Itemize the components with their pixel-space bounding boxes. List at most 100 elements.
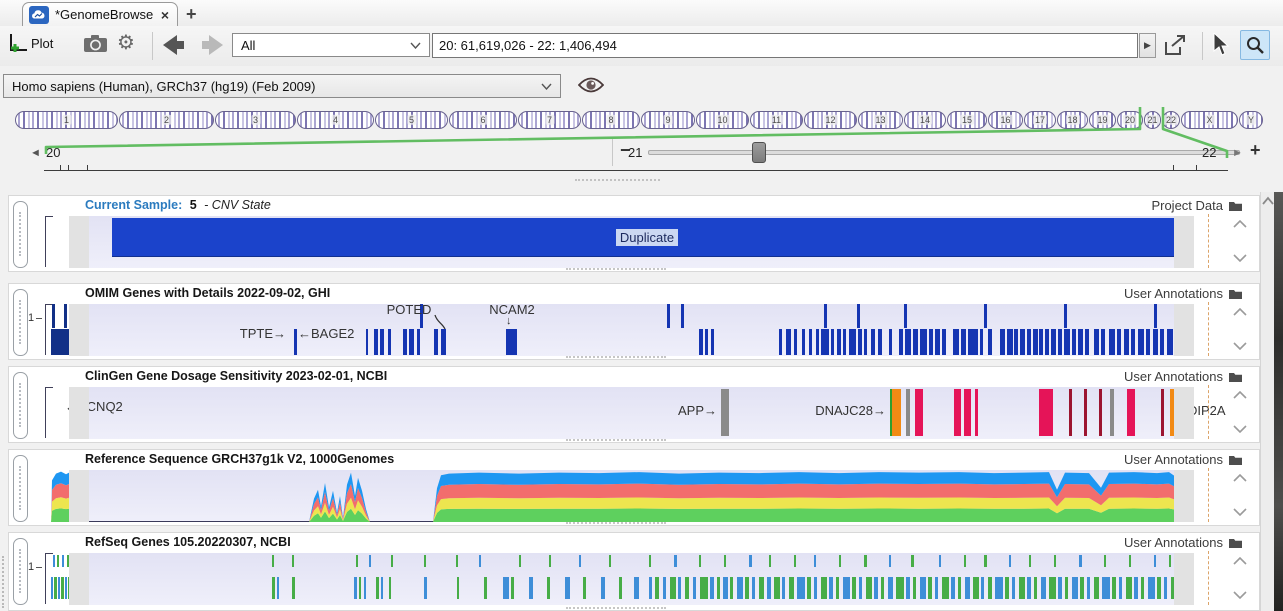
pan-right-icon[interactable]: ► bbox=[1232, 147, 1243, 159]
track-scroll-down[interactable] bbox=[1233, 591, 1249, 601]
omim-gene-box[interactable] bbox=[1109, 329, 1115, 355]
zoom-mode-button[interactable] bbox=[1240, 30, 1270, 60]
omim-gene-box[interactable] bbox=[1033, 329, 1038, 355]
omim-gene-box[interactable] bbox=[1153, 329, 1158, 355]
track-scroll-down[interactable] bbox=[1233, 342, 1249, 352]
dosage-gene-bar[interactable] bbox=[906, 389, 910, 436]
track-scroll-up[interactable] bbox=[1233, 391, 1249, 401]
refseq-gene-glyph[interactable] bbox=[814, 555, 816, 567]
omim-gene-box[interactable] bbox=[1131, 329, 1135, 355]
dosage-gene-bar[interactable] bbox=[1110, 389, 1114, 436]
refseq-gene-glyph[interactable] bbox=[723, 577, 728, 599]
omim-gene-box[interactable] bbox=[1045, 329, 1049, 355]
track-source[interactable]: Project Data bbox=[1151, 198, 1243, 213]
omim-gene-box[interactable] bbox=[506, 329, 517, 355]
chromosome-12[interactable]: 12 bbox=[804, 111, 857, 129]
back-button[interactable] bbox=[163, 35, 185, 55]
refseq-gene-glyph[interactable] bbox=[529, 577, 533, 599]
refseq-gene-glyph[interactable] bbox=[1041, 577, 1046, 599]
refseq-gene-glyph[interactable] bbox=[839, 555, 841, 567]
refseq-gene-glyph[interactable] bbox=[685, 577, 689, 599]
omim-gene-box[interactable] bbox=[403, 329, 407, 355]
refseq-gene-glyph[interactable] bbox=[836, 577, 839, 599]
refseq-gene-glyph[interactable] bbox=[1164, 577, 1167, 599]
omim-gene-box[interactable] bbox=[380, 329, 384, 355]
chromosome-18[interactable]: 18 bbox=[1057, 111, 1088, 129]
refseq-gene-glyph[interactable] bbox=[565, 577, 570, 599]
refseq-gene-glyph[interactable] bbox=[391, 555, 393, 567]
omim-gene-tick[interactable] bbox=[681, 304, 684, 328]
refseq-gene-glyph[interactable] bbox=[53, 555, 55, 567]
omim-gene-box[interactable] bbox=[871, 329, 875, 355]
omim-gene-box[interactable] bbox=[1117, 329, 1121, 355]
refseq-gene-glyph[interactable] bbox=[634, 577, 639, 599]
refseq-gene-glyph[interactable] bbox=[1157, 577, 1161, 599]
refseq-gene-glyph[interactable] bbox=[583, 577, 586, 599]
refseq-gene-glyph[interactable] bbox=[674, 555, 677, 567]
refseq-gene-glyph[interactable] bbox=[745, 577, 749, 599]
omim-gene-tick[interactable] bbox=[1154, 304, 1157, 328]
refseq-gene-glyph[interactable] bbox=[843, 577, 850, 599]
visibility-button[interactable] bbox=[578, 76, 604, 94]
omim-gene-box[interactable] bbox=[1078, 329, 1083, 355]
refseq-gene-glyph[interactable] bbox=[769, 555, 771, 567]
refseq-gene-glyph[interactable] bbox=[601, 577, 605, 599]
refseq-gene-glyph[interactable] bbox=[272, 555, 274, 567]
refseq-gene-glyph[interactable] bbox=[503, 577, 509, 599]
omim-gene-tick[interactable] bbox=[824, 304, 827, 328]
omim-gene-tick[interactable] bbox=[984, 304, 987, 328]
omim-gene-tick[interactable] bbox=[64, 304, 67, 328]
chromosome-8[interactable]: 8 bbox=[582, 111, 640, 129]
refseq-gene-glyph[interactable] bbox=[1087, 577, 1090, 599]
refseq-gene-glyph[interactable] bbox=[958, 577, 961, 599]
refseq-gene-glyph[interactable] bbox=[1072, 577, 1078, 599]
omim-gene-box[interactable] bbox=[935, 329, 940, 355]
refseq-gene-glyph[interactable] bbox=[424, 555, 426, 567]
refseq-gene-glyph[interactable] bbox=[920, 577, 926, 599]
track-scroll-up[interactable] bbox=[1233, 220, 1249, 230]
omim-gene-box[interactable] bbox=[1007, 329, 1013, 355]
refseq-gene-glyph[interactable] bbox=[1054, 555, 1056, 567]
go-button[interactable]: ▶ bbox=[1139, 33, 1156, 58]
refseq-gene-glyph[interactable] bbox=[1080, 577, 1084, 599]
refseq-gene-glyph[interactable] bbox=[479, 555, 481, 567]
refseq-gene-glyph[interactable] bbox=[866, 577, 872, 599]
track-scroll-up[interactable] bbox=[1233, 474, 1249, 484]
omim-gene-box[interactable] bbox=[1072, 329, 1076, 355]
cnv-segment[interactable]: Duplicate bbox=[112, 218, 1182, 257]
dosage-gene-bar[interactable] bbox=[1084, 389, 1087, 436]
refseq-gene-glyph[interactable] bbox=[609, 555, 611, 567]
refseq-gene-glyph[interactable] bbox=[1065, 577, 1068, 599]
omim-gene-box[interactable] bbox=[929, 329, 933, 355]
refseq-gene-glyph[interactable] bbox=[456, 555, 458, 567]
omim-gene-box[interactable] bbox=[1020, 329, 1025, 355]
refseq-gene-glyph[interactable] bbox=[717, 577, 720, 599]
refseq-gene-glyph[interactable] bbox=[1049, 577, 1056, 599]
omim-gene-box[interactable] bbox=[1064, 329, 1070, 355]
omim-gene-tick[interactable] bbox=[52, 304, 55, 328]
omim-gene-box[interactable] bbox=[409, 329, 414, 355]
chromosome-11[interactable]: 11 bbox=[750, 111, 803, 129]
refseq-gene-glyph[interactable] bbox=[821, 577, 827, 599]
track-resize-handle[interactable] bbox=[566, 356, 666, 358]
omim-gene-box[interactable] bbox=[794, 329, 797, 355]
track-source[interactable]: User Annotations bbox=[1124, 369, 1243, 384]
new-tab-button[interactable]: + bbox=[186, 4, 197, 25]
refseq-gene-glyph[interactable] bbox=[1126, 577, 1132, 599]
omim-gene-box[interactable] bbox=[961, 329, 966, 355]
range-selector[interactable]: All bbox=[232, 33, 430, 57]
refseq-gene-glyph[interactable] bbox=[814, 577, 817, 599]
refseq-gene-glyph[interactable] bbox=[881, 577, 884, 599]
refseq-gene-glyph[interactable] bbox=[389, 577, 391, 599]
dosage-gene-bar[interactable] bbox=[890, 389, 901, 436]
refseq-gene-glyph[interactable] bbox=[1148, 577, 1155, 599]
refseq-gene-glyph[interactable] bbox=[724, 555, 726, 567]
omim-gene-box[interactable] bbox=[786, 329, 791, 355]
genome-selector[interactable]: Homo sapiens (Human), GRCh37 (hg19) (Feb… bbox=[3, 74, 561, 98]
chromosome-14[interactable]: 14 bbox=[904, 111, 946, 129]
refseq-gene-glyph[interactable] bbox=[973, 577, 979, 599]
refseq-gene-glyph[interactable] bbox=[1119, 577, 1122, 599]
omim-gene-box[interactable] bbox=[809, 329, 812, 355]
chromosome-20[interactable]: 20 bbox=[1117, 111, 1143, 129]
refseq-gene-glyph[interactable] bbox=[789, 577, 794, 599]
